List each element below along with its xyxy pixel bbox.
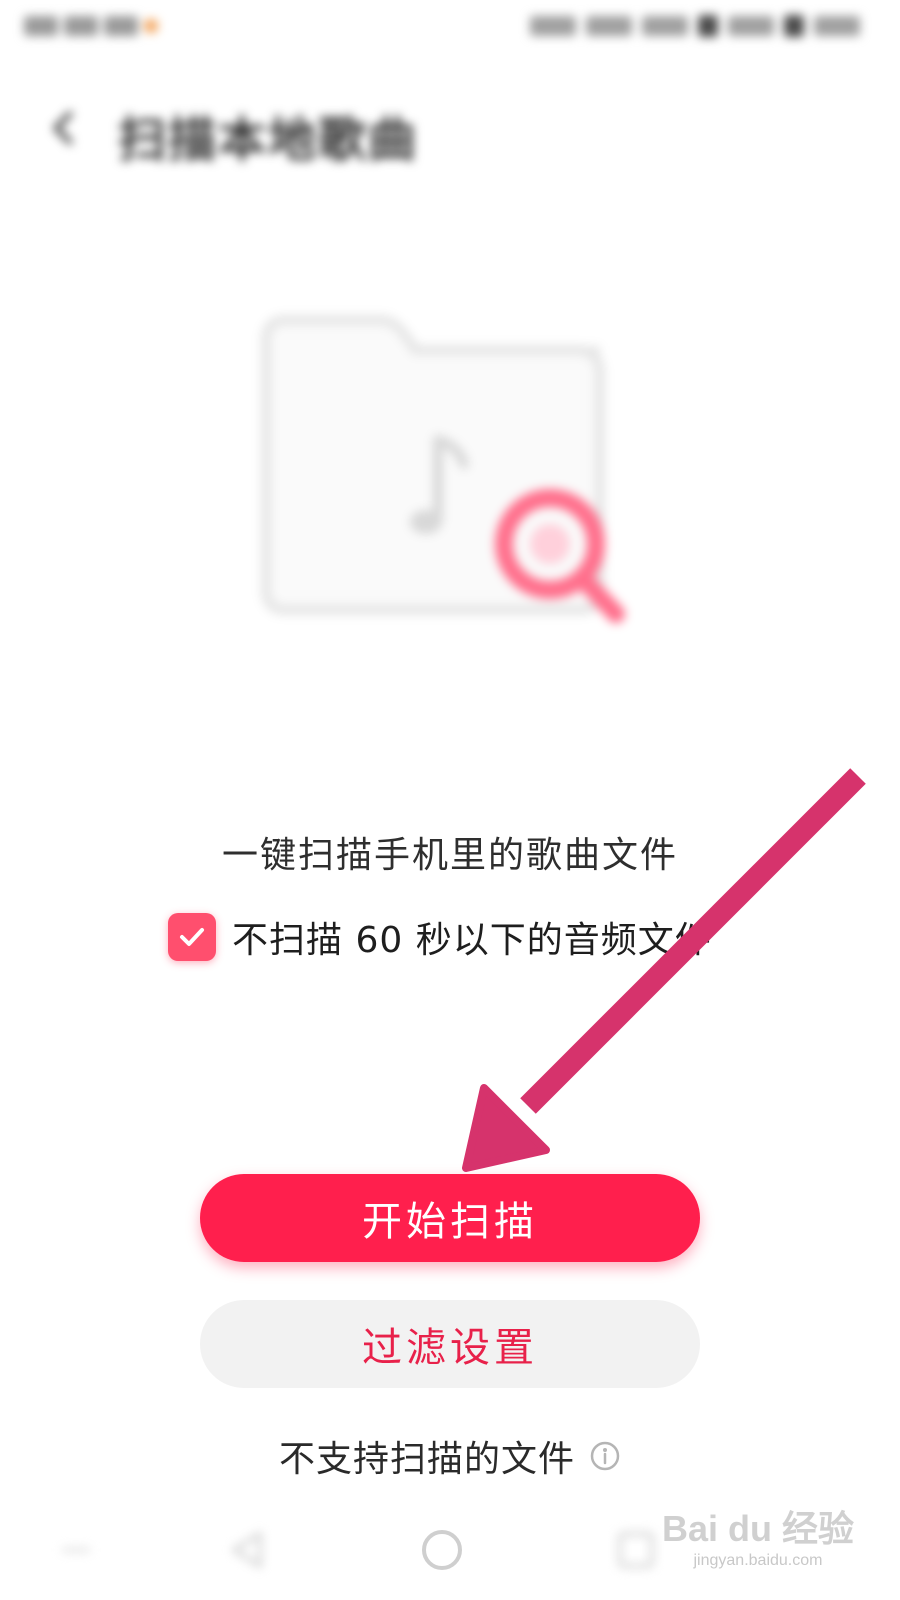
network-indicator (642, 16, 688, 36)
carrier-indicator (104, 16, 138, 36)
nav-menu-icon[interactable] (54, 1528, 98, 1572)
status-left-indicators (24, 14, 158, 38)
music-folder-search-icon (180, 250, 740, 710)
nav-home-circle-icon[interactable] (420, 1528, 464, 1572)
skip-short-audio-checkbox[interactable] (168, 913, 216, 961)
watermark-url: jingyan.baidu.com (693, 1552, 823, 1569)
network-indicator (586, 16, 632, 36)
page-title: 扫描本地歌曲 (118, 112, 419, 168)
time-indicator (814, 16, 860, 36)
unsupported-files-link[interactable]: 不支持扫描的文件 (0, 1430, 900, 1482)
status-bar (0, 0, 900, 60)
arrow-left-icon[interactable] (44, 108, 84, 148)
watermark-logo: Bai du 经验 (661, 1508, 854, 1549)
start-scan-button[interactable]: 开始扫描 (200, 1174, 700, 1262)
speed-indicator (530, 16, 576, 36)
carrier-indicator (64, 16, 98, 36)
nav-back-triangle-icon[interactable] (226, 1528, 270, 1572)
baidu-jingyan-watermark: Bai du 经验 jingyan.baidu.com (662, 1500, 854, 1570)
status-right-indicators (530, 14, 860, 38)
info-circle-icon[interactable] (589, 1440, 621, 1472)
notification-dot-icon (144, 19, 158, 33)
unsupported-files-label: 不支持扫描的文件 (278, 1439, 575, 1480)
battery-icon (784, 15, 804, 37)
signal-indicator (24, 16, 58, 36)
checkmark-icon (180, 928, 204, 946)
wifi-indicator (728, 16, 774, 36)
scan-description: 一键扫描手机里的歌曲文件 (221, 835, 678, 876)
skip-short-audio-option[interactable]: 不扫描 60 秒以下的音频文件 (168, 912, 712, 962)
filter-settings-button[interactable]: 过滤设置 (200, 1300, 700, 1388)
sim-icon (698, 15, 718, 37)
nav-recents-square-icon[interactable] (614, 1528, 658, 1572)
skip-short-audio-label: 不扫描 60 秒以下的音频文件 (232, 920, 712, 961)
